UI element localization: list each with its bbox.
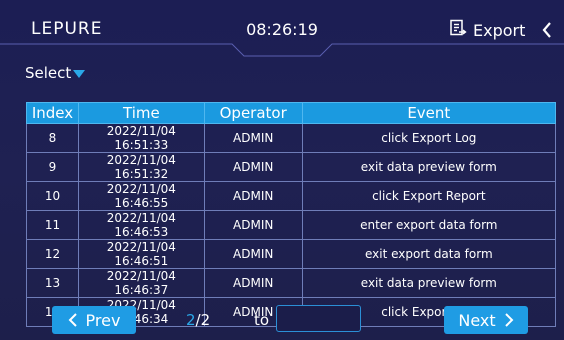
table-row[interactable]: 13 2022/11/04 16:46:37 ADMIN exit data p… [26,268,557,298]
cell-operator: ADMIN [203,210,303,240]
cell-index: 10 [26,181,79,211]
column-header-time: Time [77,102,205,124]
table-row[interactable]: 10 2022/11/04 16:46:55 ADMIN click Expor… [26,181,557,211]
cell-index: 12 [26,239,79,269]
current-page: 2 [186,311,196,329]
prev-label: Prev [85,310,121,330]
prev-page-button[interactable]: Prev [52,306,136,334]
cell-index: 8 [26,123,79,153]
table-row[interactable]: 9 2022/11/04 16:51:32 ADMIN exit data pr… [26,152,557,182]
export-button[interactable]: Export [449,17,525,43]
cell-time: 2022/11/04 16:46:55 [77,181,205,211]
cell-time: 2022/11/04 16:46:51 [77,239,205,269]
cell-index: 11 [26,210,79,240]
cell-operator: ADMIN [203,181,303,211]
cell-operator: ADMIN [203,239,303,269]
table-row[interactable]: 11 2022/11/04 16:46:53 ADMIN enter expor… [26,210,557,240]
cell-index: 13 [26,268,79,298]
select-label: Select [25,64,72,82]
cell-time: 2022/11/04 16:46:53 [77,210,205,240]
export-label: Export [473,20,526,40]
cell-event: exit data preview form [301,268,557,298]
cell-operator: ADMIN [203,123,303,153]
table-row[interactable]: 12 2022/11/04 16:46:51 ADMIN exit export… [26,239,557,269]
total-pages: /2 [195,311,211,329]
cell-event: enter export data form [301,210,557,240]
cell-index: 9 [26,152,79,182]
chevron-left-icon [542,22,551,38]
cell-time: 2022/11/04 16:46:37 [77,268,205,298]
column-header-index: Index [26,102,79,124]
table-header-row: Index Time Operator Event [26,102,557,124]
cell-operator: ADMIN [203,268,303,298]
back-button[interactable] [537,18,557,42]
header-bar: LEPURE 08:26:19 Export [0,0,564,58]
next-page-button[interactable]: Next [444,306,528,334]
app-screen: LEPURE 08:26:19 Export Select Index Time… [0,0,564,340]
chevron-left-icon [68,313,77,327]
select-dropdown[interactable]: Select [25,64,86,82]
export-document-icon [449,19,467,41]
column-header-event: Event [301,102,557,124]
cell-event: click Export Log [301,123,557,153]
table-row[interactable]: 8 2022/11/04 16:51:33 ADMIN click Export… [26,123,557,153]
cell-operator: ADMIN [203,152,303,182]
next-label: Next [458,310,496,330]
goto-page-input[interactable] [276,305,361,332]
cell-event: exit data preview form [301,152,557,182]
column-header-operator: Operator [203,102,303,124]
cell-event: click Export Report [301,181,557,211]
cell-event: exit export data form [301,239,557,269]
cell-time: 2022/11/04 16:51:33 [77,123,205,153]
goto-label: to [254,311,270,329]
triangle-down-icon [73,70,86,78]
chevron-right-icon [504,313,514,327]
cell-time: 2022/11/04 16:51:32 [77,152,205,182]
page-indicator: 2/2 [186,311,210,329]
log-table: Index Time Operator Event 8 2022/11/04 1… [26,102,557,327]
